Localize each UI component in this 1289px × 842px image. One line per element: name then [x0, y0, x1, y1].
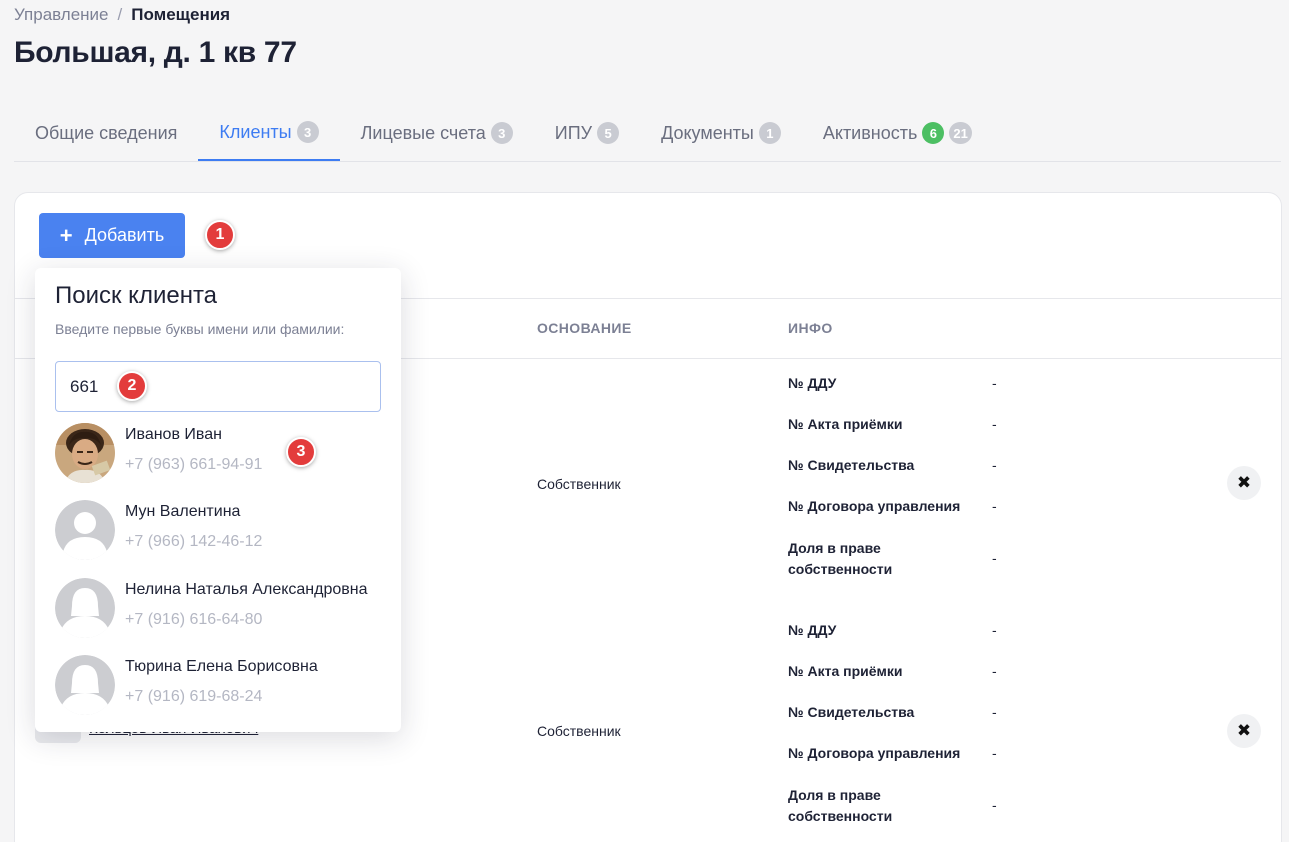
breadcrumb-parent[interactable]: Управление: [14, 5, 109, 24]
info-label: № Свидетельства: [788, 704, 915, 720]
info-value: -: [992, 745, 997, 761]
step-marker-1: 1: [205, 220, 235, 250]
plus-icon: +: [59, 222, 73, 248]
tab-count-badge: 3: [296, 121, 319, 143]
client-name: Тюрина Елена Борисовна: [125, 658, 318, 675]
info-value: -: [992, 704, 997, 720]
column-header-info: ИНФО: [788, 320, 833, 336]
tab-label: Лицевые счета: [360, 122, 486, 143]
client-name: Нелина Наталья Александровна: [125, 581, 368, 598]
client-search-popup: Поиск клиента Введите первые буквы имени…: [35, 268, 401, 732]
info-label: № Акта приёмки: [788, 416, 903, 432]
info-value: -: [992, 498, 997, 514]
tab-count-badge: 3: [490, 122, 513, 144]
tab-accounts[interactable]: Лицевые счета 3: [340, 105, 534, 161]
close-icon: ✖: [1236, 721, 1252, 740]
step-marker-3: 3: [286, 437, 316, 467]
client-phone: +7 (916) 619-68-24: [125, 688, 263, 705]
search-input[interactable]: [55, 361, 381, 412]
column-header-basis: ОСНОВАНИЕ: [537, 320, 632, 336]
breadcrumb: Управление / Помещения: [14, 5, 230, 25]
page-title: Большая, д. 1 кв 77: [14, 36, 297, 69]
info-label: № ДДУ: [788, 622, 837, 638]
client-name: Мун Валентина: [125, 503, 241, 520]
user-placeholder-icon: [55, 500, 115, 560]
info-value: -: [992, 550, 997, 566]
add-button-label: Добавить: [84, 225, 165, 245]
popup-title: Поиск клиента: [55, 282, 218, 309]
tab-label: Клиенты: [219, 121, 292, 142]
tab-label: ИПУ: [554, 122, 593, 143]
delete-button[interactable]: ✖: [1227, 466, 1261, 500]
info-value: -: [992, 416, 997, 432]
client-name: Иванов Иван: [125, 426, 222, 443]
client-phone: +7 (963) 661-94-91: [125, 456, 263, 473]
info-value: -: [992, 663, 997, 679]
info-value: -: [992, 797, 997, 813]
popup-hint: Введите первые буквы имени или фамилии:: [55, 321, 345, 337]
close-icon: ✖: [1236, 473, 1252, 492]
search-result-item[interactable]: Нелина Наталья Александровна +7 (916) 61…: [55, 578, 381, 648]
tab-documents[interactable]: Документы 1: [640, 105, 802, 161]
info-label: № Договора управления: [788, 498, 961, 514]
delete-button[interactable]: ✖: [1227, 714, 1261, 748]
info-value: -: [992, 375, 997, 391]
tab-clients[interactable]: Клиенты 3: [198, 105, 340, 161]
add-button[interactable]: + Добавить: [39, 213, 185, 258]
tab-general[interactable]: Общие сведения: [14, 105, 198, 161]
breadcrumb-separator: /: [117, 5, 123, 24]
tab-label: Общие сведения: [35, 122, 178, 143]
tab-count-badge: 5: [597, 122, 620, 144]
tab-bar: Общие сведения Клиенты 3 Лицевые счета 3 И…: [14, 105, 1281, 162]
info-value: -: [992, 622, 997, 638]
tab-label: Активность: [822, 122, 918, 143]
client-phone: +7 (916) 616-64-80: [125, 611, 263, 628]
user-placeholder-icon: [55, 578, 115, 638]
tab-new-badge: 6: [922, 122, 945, 144]
info-label: № Договора управления: [788, 745, 961, 761]
avatar-photo: [55, 423, 115, 483]
client-phone: +7 (966) 142-46-12: [125, 533, 263, 550]
user-placeholder-icon: [55, 655, 115, 715]
basis-cell: Собственник: [537, 476, 621, 492]
breadcrumb-current: Помещения: [131, 5, 231, 24]
tab-count-badge: 1: [758, 122, 781, 144]
info-label: Доля в праве собственности: [788, 787, 893, 824]
info-label: № ДДУ: [788, 375, 837, 391]
search-result-item[interactable]: Тюрина Елена Борисовна +7 (916) 619-68-2…: [55, 655, 381, 725]
tab-count-badge: 21: [949, 122, 972, 144]
info-value: -: [992, 457, 997, 473]
search-result-item[interactable]: Мун Валентина +7 (966) 142-46-12: [55, 500, 381, 570]
info-label: Доля в праве собственности: [788, 540, 893, 577]
search-result-item[interactable]: Иванов Иван +7 (963) 661-94-91: [55, 423, 381, 493]
tab-activity[interactable]: Активность 6 21: [802, 105, 993, 161]
info-label: № Акта приёмки: [788, 663, 903, 679]
tab-meters[interactable]: ИПУ 5: [534, 105, 640, 161]
tab-label: Документы: [661, 122, 754, 143]
info-label: № Свидетельства: [788, 457, 915, 473]
step-marker-2: 2: [117, 371, 147, 401]
basis-cell: Собственник: [537, 723, 621, 739]
